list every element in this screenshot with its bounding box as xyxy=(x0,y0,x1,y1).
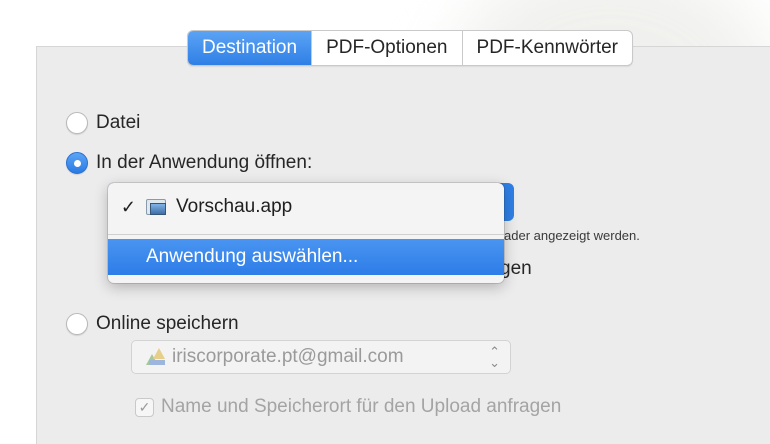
tab-bar: Destination PDF-Optionen PDF-Kennwörter xyxy=(187,30,634,66)
account-popup[interactable]: iriscorporate.pt@gmail.com ⌃ ⌄ xyxy=(131,340,511,374)
upload-checkbox-label: Name und Speicherort für den Upload anfr… xyxy=(161,396,562,417)
option-file[interactable]: Datei xyxy=(66,112,140,134)
online-radio[interactable] xyxy=(66,313,88,335)
app-dropdown-menu: ✓ Vorschau.app Anwendung auswählen... xyxy=(108,183,504,283)
preview-app-icon xyxy=(144,197,168,217)
online-label: Online speichern xyxy=(96,313,239,334)
tab-destination[interactable]: Destination xyxy=(188,31,312,65)
menu-item-choose-app-label: Anwendung auswählen... xyxy=(146,246,359,267)
file-radio[interactable] xyxy=(66,112,88,134)
upload-checkbox[interactable]: ✓ xyxy=(135,397,154,417)
tab-pdf-optionen[interactable]: PDF-Optionen xyxy=(311,31,461,65)
menu-item-vorschau-label: Vorschau.app xyxy=(176,196,293,217)
account-email: iriscorporate.pt@gmail.com xyxy=(172,346,404,367)
google-drive-icon xyxy=(146,348,166,366)
hidden-option-text: gen xyxy=(500,258,532,279)
open-in-app-label: In der Anwendung öffnen: xyxy=(96,152,313,173)
open-in-app-radio[interactable] xyxy=(66,152,88,174)
tab-pdf-kennwoerter[interactable]: PDF-Kennwörter xyxy=(461,31,632,65)
updown-arrows-icon: ⌃ ⌄ xyxy=(489,344,500,370)
checkmark-icon: ✓ xyxy=(120,196,136,217)
option-online[interactable]: Online speichern xyxy=(66,313,239,335)
file-label: Datei xyxy=(96,112,141,133)
menu-item-choose-app[interactable]: Anwendung auswählen... xyxy=(108,239,504,275)
hint-text: ader angezeigt werden. xyxy=(504,228,640,243)
menu-separator xyxy=(108,234,504,235)
menu-item-vorschau[interactable]: ✓ Vorschau.app xyxy=(108,189,504,225)
option-open-in-app[interactable]: In der Anwendung öffnen: xyxy=(66,152,312,174)
upload-option[interactable]: ✓ Name und Speicherort für den Upload an… xyxy=(135,396,561,418)
